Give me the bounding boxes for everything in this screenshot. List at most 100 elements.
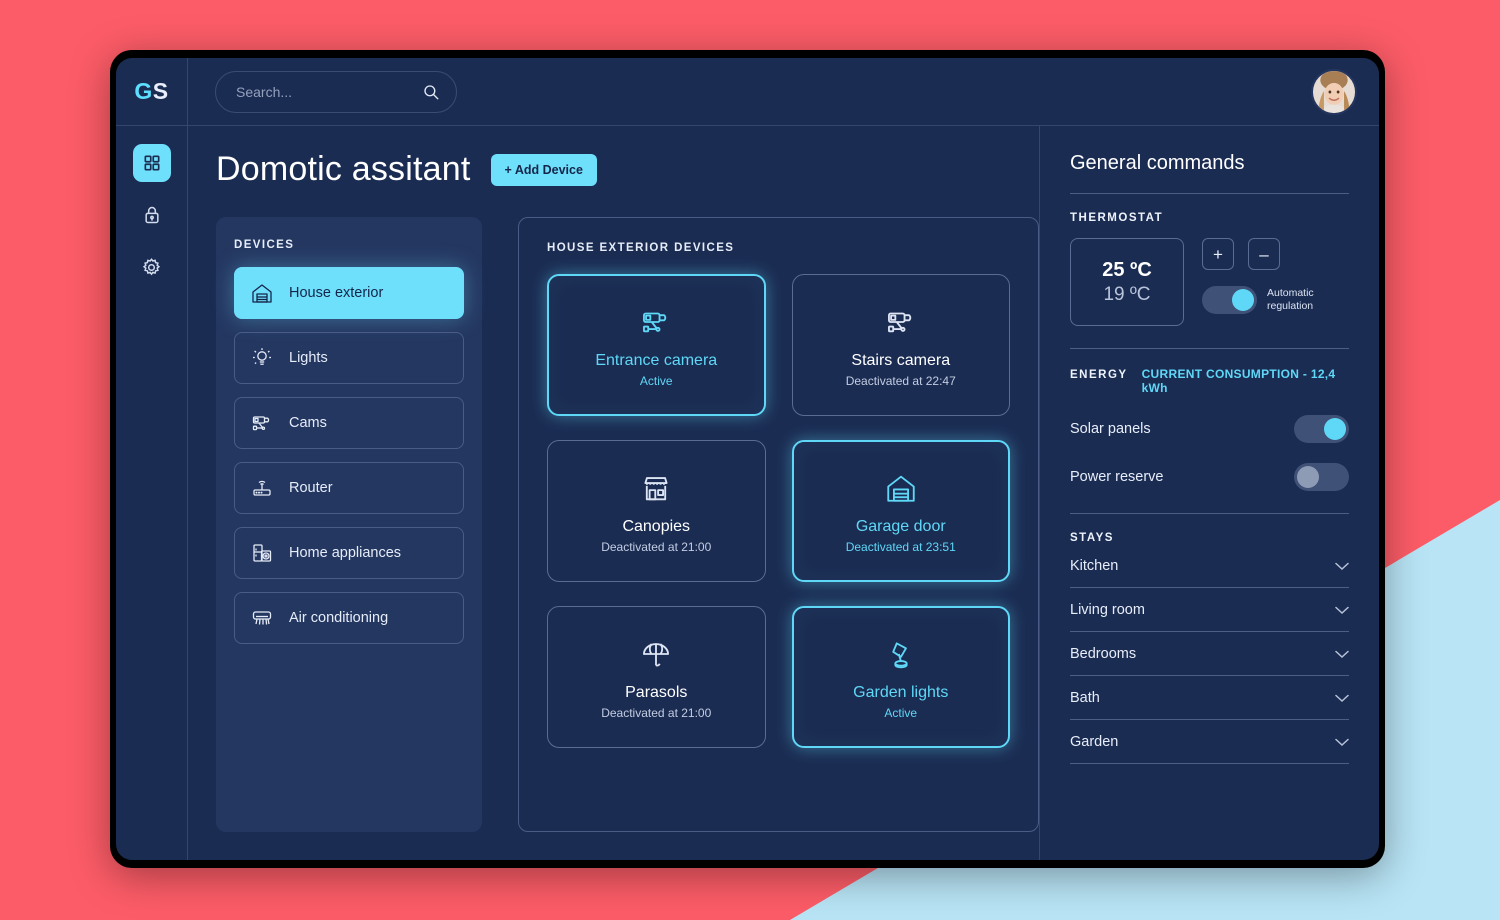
energy-switch-label: Power reserve bbox=[1070, 469, 1164, 485]
device-card-status: Active bbox=[639, 374, 673, 388]
chevron-down-icon[interactable] bbox=[1335, 650, 1349, 659]
device-card-status: Deactivated at 22:47 bbox=[845, 374, 956, 388]
thermostat-section-label: THERMOSTAT bbox=[1070, 212, 1164, 224]
stay-label: Bath bbox=[1070, 690, 1100, 706]
device-card[interactable]: Canopies Deactivated at 21:00 bbox=[547, 440, 766, 582]
device-frame: GS Search... Domotic assitant + Add Devi… bbox=[110, 50, 1385, 868]
stay-label: Living room bbox=[1070, 602, 1145, 618]
energy-switch-toggle[interactable] bbox=[1294, 415, 1349, 443]
device-card[interactable]: Garden lights Active bbox=[791, 606, 1010, 748]
chevron-down-icon[interactable] bbox=[1335, 562, 1349, 571]
device-list-item[interactable]: Router bbox=[234, 462, 464, 514]
device-card-status: Deactivated at 21:00 bbox=[601, 706, 712, 720]
parasol-icon bbox=[643, 643, 670, 667]
page-header: Domotic assitant + Add Device bbox=[216, 150, 1039, 189]
chevron-down-icon[interactable] bbox=[1335, 738, 1349, 747]
search-input[interactable] bbox=[236, 83, 422, 100]
appliances-icon bbox=[253, 544, 272, 562]
divider bbox=[1070, 513, 1349, 514]
appliances-icon-wrap bbox=[249, 540, 275, 566]
general-commands-panel: General commands THERMOSTAT 25 ºC 19 ºC … bbox=[1039, 126, 1379, 860]
toggle-knob bbox=[1232, 289, 1254, 311]
divider bbox=[1070, 348, 1349, 349]
chevron-down-icon[interactable] bbox=[1335, 694, 1349, 703]
main-content: Domotic assitant + Add Device DEVICES Ho… bbox=[188, 126, 1039, 860]
avatar[interactable] bbox=[1311, 68, 1357, 115]
auto-regulation-toggle[interactable] bbox=[1202, 286, 1257, 314]
gardenlight-icon bbox=[892, 642, 908, 669]
device-card-name: Entrance camera bbox=[595, 352, 718, 369]
energy-switch-list: Solar panels Power reserve bbox=[1070, 415, 1349, 491]
gardenlight-icon-wrap bbox=[884, 634, 918, 674]
nav-security-button[interactable] bbox=[133, 196, 171, 234]
parasol-icon-wrap bbox=[639, 634, 673, 674]
gear-icon bbox=[142, 257, 161, 275]
energy-switch-row: Power reserve bbox=[1070, 463, 1349, 491]
garage-icon-wrap bbox=[884, 468, 918, 508]
device-list-item[interactable]: House exterior bbox=[234, 267, 464, 319]
stay-row[interactable]: Bedrooms bbox=[1070, 632, 1349, 676]
nav-settings-button[interactable] bbox=[133, 248, 171, 286]
house-devices-panel: HOUSE EXTERIOR DEVICES Entrance camera Ac… bbox=[518, 217, 1039, 832]
stay-row[interactable]: Living room bbox=[1070, 588, 1349, 632]
thermostat-decrease-button[interactable]: – bbox=[1248, 238, 1280, 270]
device-list-item[interactable]: Lights bbox=[234, 332, 464, 384]
device-list-item[interactable]: Home appliances bbox=[234, 527, 464, 579]
auto-regulation-label-line1: Automatic bbox=[1267, 286, 1314, 299]
thermostat-increase-button[interactable]: + bbox=[1202, 238, 1234, 270]
avatar-image bbox=[1313, 70, 1355, 113]
energy-section-label: ENERGY bbox=[1070, 369, 1128, 381]
device-card[interactable]: Stairs camera Deactivated at 22:47 bbox=[791, 274, 1010, 416]
energy-header: ENERGY CURRENT CONSUMPTION - 12,4 kWh bbox=[1070, 367, 1349, 395]
top-bar: GS bbox=[116, 58, 1379, 126]
device-card-name: Garden lights bbox=[853, 684, 949, 701]
energy-switch-toggle[interactable] bbox=[1294, 463, 1349, 491]
thermostat-controls: 25 ºC 19 ºC + – Automatic regulation bbox=[1070, 238, 1349, 326]
left-nav-rail bbox=[116, 126, 188, 860]
device-card[interactable]: Garage door Deactivated at 23:51 bbox=[791, 440, 1010, 582]
device-list-item[interactable]: Air conditioning bbox=[234, 592, 464, 644]
thermostat-readout[interactable]: 25 ºC 19 ºC bbox=[1070, 238, 1184, 326]
stay-label: Bedrooms bbox=[1070, 646, 1137, 662]
stay-row[interactable]: Bath bbox=[1070, 676, 1349, 720]
grid-icon bbox=[144, 155, 159, 171]
toggle-knob bbox=[1297, 466, 1319, 488]
general-commands-title: General commands bbox=[1070, 152, 1245, 174]
stay-row[interactable]: Kitchen bbox=[1070, 544, 1349, 588]
thermostat-buttons: + – Automatic regulation bbox=[1202, 238, 1314, 314]
device-card-name: Canopies bbox=[622, 518, 691, 535]
device-list-item[interactable]: Cams bbox=[234, 397, 464, 449]
energy-switch-row: Solar panels bbox=[1070, 415, 1349, 443]
page-title: Domotic assitant bbox=[216, 150, 471, 188]
logo-secondary-letter: S bbox=[152, 78, 169, 104]
device-list-item-label: Lights bbox=[289, 350, 328, 366]
app-screen: GS Search... Domotic assitant + Add Devi… bbox=[116, 58, 1379, 860]
auto-regulation-row: Automatic regulation bbox=[1202, 286, 1314, 314]
device-card-name: Garage door bbox=[855, 518, 946, 535]
camera-icon bbox=[252, 416, 270, 431]
device-card-grid: Entrance camera Active Stairs camera Deacti… bbox=[547, 274, 1010, 748]
stay-row[interactable]: Garden bbox=[1070, 720, 1349, 764]
device-card-status: Active bbox=[884, 706, 918, 720]
nav-dashboard-button[interactable] bbox=[132, 144, 171, 182]
devices-panel-label: DEVICES bbox=[234, 239, 295, 251]
chevron-down-icon[interactable] bbox=[1335, 606, 1349, 615]
device-card[interactable]: Parasols Deactivated at 21:00 bbox=[547, 606, 766, 748]
stay-label: Garden bbox=[1070, 734, 1119, 750]
device-card[interactable]: Entrance camera Active bbox=[547, 274, 766, 416]
app-logo[interactable]: GS bbox=[116, 58, 188, 125]
stay-label: Kitchen bbox=[1070, 558, 1119, 574]
device-list-item-label: Router bbox=[289, 480, 333, 496]
camera-icon-wrap bbox=[249, 410, 275, 436]
camera-icon-wrap bbox=[639, 302, 673, 342]
canopy-icon-wrap bbox=[639, 468, 673, 508]
device-card-status: Deactivated at 23:51 bbox=[845, 540, 956, 554]
add-device-button[interactable]: + Add Device bbox=[490, 153, 597, 186]
device-list-item-label: Home appliances bbox=[289, 545, 402, 561]
device-card-status: Deactivated at 21:00 bbox=[601, 540, 712, 554]
search-bar[interactable] bbox=[215, 70, 457, 113]
house-devices-title: HOUSE EXTERIOR DEVICES bbox=[547, 242, 735, 254]
device-card-name: Parasols bbox=[625, 684, 688, 701]
search-icon[interactable] bbox=[422, 83, 440, 101]
logo-primary-letter: G bbox=[134, 78, 153, 104]
